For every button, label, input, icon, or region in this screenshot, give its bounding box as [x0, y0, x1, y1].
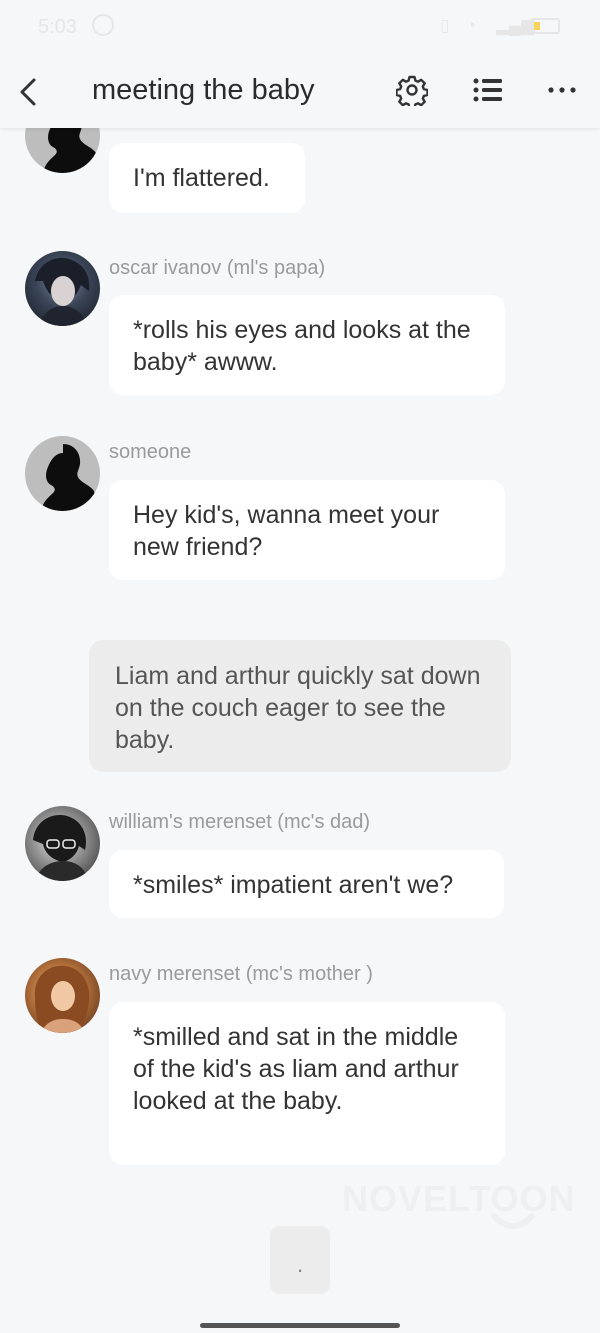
character-name: william's merenset (mc's dad) — [109, 811, 371, 833]
message-bubble: Hey kid's, wanna meet your new friend? — [109, 480, 505, 580]
character-name: someone — [109, 441, 192, 463]
character-portrait-icon — [35, 257, 90, 326]
vibrate-icon: ▯ — [440, 16, 450, 35]
character-name: navy merenset (mc's mother ) — [109, 963, 373, 985]
status-time: 5:03 — [38, 16, 77, 38]
next-message-button[interactable]: . — [270, 1226, 330, 1294]
message-bubble: I'm flattered. — [109, 143, 305, 213]
signal-icon: ▂▄▆ — [496, 16, 535, 35]
character-portrait-icon — [33, 815, 89, 881]
status-bar: 5:03 ▯ ◔ ▂▄▆ — [0, 0, 600, 56]
message-bubble: *smilled and sat in the middle of the ki… — [109, 1002, 505, 1165]
gear-icon[interactable] — [396, 74, 428, 106]
home-indicator[interactable] — [200, 1323, 400, 1328]
character-name: oscar ivanov (ml's papa) — [109, 257, 326, 279]
back-arrow-icon[interactable] — [14, 72, 46, 112]
battery-icon — [530, 18, 560, 34]
alarm-icon: ◔ — [466, 16, 477, 35]
whatsapp-icon — [92, 14, 114, 36]
avatar[interactable] — [25, 436, 100, 511]
more-options-icon[interactable] — [546, 76, 578, 104]
avatar[interactable] — [25, 251, 100, 326]
narration-block: Liam and arthur quickly sat down on the … — [89, 640, 511, 772]
page-title: meeting the baby — [92, 74, 315, 106]
list-icon[interactable] — [472, 76, 504, 104]
avatar[interactable] — [25, 958, 100, 1033]
watermark-logo: NOVELTOON — [342, 1178, 576, 1219]
message-bubble: *rolls his eyes and looks at the baby* a… — [109, 295, 505, 395]
watermark-smile-icon — [491, 1213, 535, 1229]
character-portrait-icon — [34, 965, 90, 1033]
silhouette-icon — [41, 444, 98, 511]
chat-header: meeting the baby — [0, 56, 600, 128]
message-bubble: *smiles* impatient aren't we? — [109, 850, 504, 918]
avatar[interactable] — [25, 806, 100, 881]
